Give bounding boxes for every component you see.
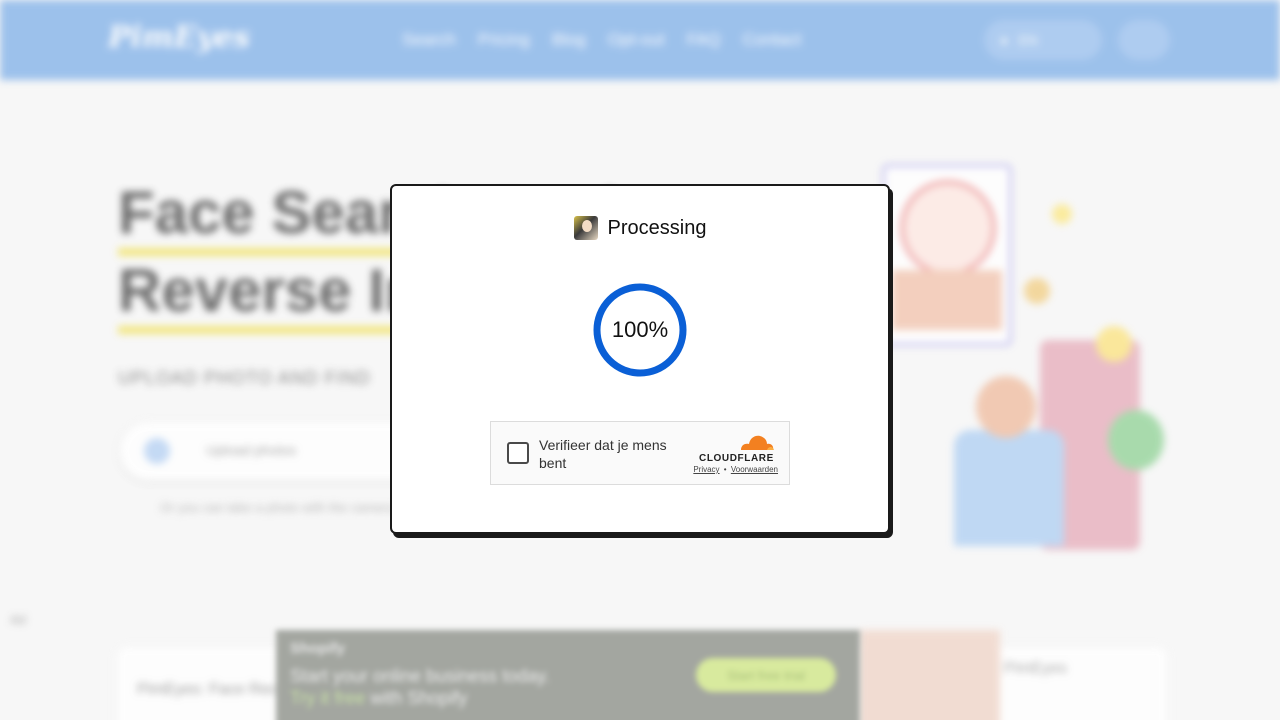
nav-item-pricing[interactable]: Pricing bbox=[478, 30, 530, 50]
top-navigation-bar: PimEyes Search Pricing Blog Opt-out FAQ … bbox=[0, 0, 1280, 80]
main-nav: Search Pricing Blog Opt-out FAQ Contact bbox=[402, 30, 801, 50]
cloudflare-cloud-icon bbox=[741, 435, 774, 450]
promo-banner-text-rest: with Shopify bbox=[365, 688, 468, 708]
cloudflare-wordmark: CLOUDFLARE bbox=[699, 453, 774, 464]
nav-item-contact[interactable]: Contact bbox=[743, 30, 802, 50]
content-card-right-text: PimEyes bbox=[1004, 660, 1068, 677]
modal-header: Processing bbox=[392, 216, 888, 240]
illustration-plant bbox=[1108, 410, 1164, 470]
promo-banner-text: Start your online business today. bbox=[290, 666, 550, 686]
nav-item-blog[interactable]: Blog bbox=[552, 30, 586, 50]
illustration-photos bbox=[892, 270, 1002, 330]
promo-banner-button[interactable]: Start free trial bbox=[696, 658, 836, 692]
nav-item-opt-out[interactable]: Opt-out bbox=[608, 30, 665, 50]
processing-modal: Processing 100% Verifieer dat je mens be… bbox=[390, 184, 890, 534]
privacy-link[interactable]: Privacy bbox=[693, 465, 719, 474]
illustration-person bbox=[954, 430, 1064, 546]
illustration-head bbox=[976, 376, 1036, 438]
upload-placeholder: Upload photos bbox=[206, 442, 297, 458]
page: PimEyes Search Pricing Blog Opt-out FAQ … bbox=[0, 0, 1280, 720]
modal-title: Processing bbox=[607, 216, 707, 239]
language-selector[interactable]: ● EN bbox=[984, 20, 1102, 60]
account-button[interactable] bbox=[1118, 20, 1170, 60]
hero-subtitle: UPLOAD PHOTO AND FIND bbox=[118, 368, 371, 388]
uploaded-photo-thumbnail bbox=[573, 216, 598, 240]
ad-label: Ad bbox=[10, 612, 26, 627]
link-separator: • bbox=[723, 465, 727, 474]
site-logo[interactable]: PimEyes bbox=[108, 20, 250, 55]
illustration-dot bbox=[1024, 278, 1050, 304]
globe-icon: ● bbox=[1000, 32, 1009, 48]
nav-item-search[interactable]: Search bbox=[402, 30, 456, 50]
terms-link[interactable]: Voorwaarden bbox=[731, 465, 778, 474]
promo-banner: Shopify Start your online business today… bbox=[276, 630, 860, 720]
promo-banner-text-2: Try it free with Shopify bbox=[290, 688, 467, 709]
human-verification-checkbox[interactable] bbox=[507, 442, 529, 464]
promo-banner-title: Shopify bbox=[290, 640, 345, 657]
progress-percentage: 100% bbox=[611, 317, 669, 342]
cloudflare-links: Privacy • Voorwaarden bbox=[691, 465, 779, 474]
nav-item-faq[interactable]: FAQ bbox=[687, 30, 721, 50]
cloudflare-turnstile-widget: Verifieer dat je mens bent CLOUDFLARE Pr… bbox=[490, 421, 790, 485]
content-card-image bbox=[860, 630, 1000, 720]
camera-hint: Or you can take a photo with the camera bbox=[160, 500, 395, 515]
upload-icon bbox=[144, 438, 170, 464]
language-label: EN bbox=[1018, 32, 1038, 48]
illustration-sun bbox=[1096, 326, 1132, 362]
illustration-dot bbox=[1052, 204, 1072, 224]
verification-label: Verifieer dat je mens bent bbox=[539, 437, 667, 471]
illustration-magnifier bbox=[900, 180, 996, 276]
promo-banner-highlight[interactable]: Try it free bbox=[290, 688, 365, 708]
